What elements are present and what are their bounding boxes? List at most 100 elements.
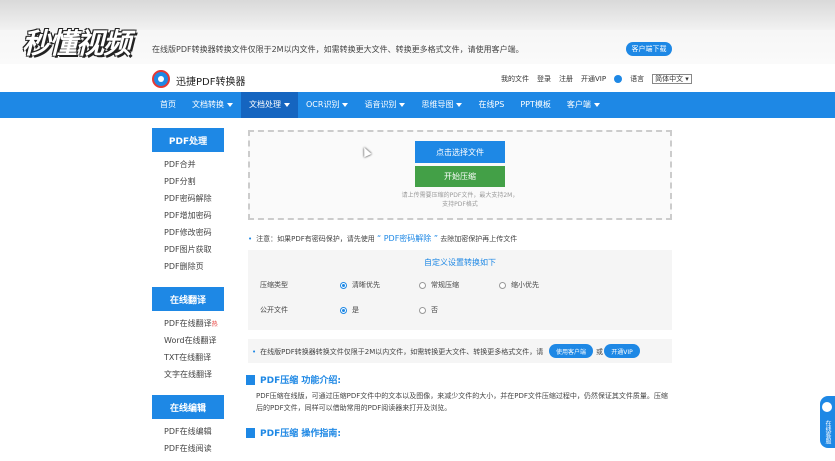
bullet-icon: • — [252, 348, 257, 356]
watermark-logo: 秒懂视频 — [22, 27, 131, 60]
sidebar-item[interactable]: PDF在线编辑 — [152, 423, 224, 440]
radio-public-yes[interactable]: 是 — [340, 305, 359, 315]
radio-normal-compress[interactable]: 常规压缩 — [419, 280, 459, 290]
client-download-button[interactable]: 客户端下载 — [626, 42, 672, 56]
upload-tip-line2: 支持PDF格式 — [442, 201, 478, 208]
sidebar-item[interactable]: PDF分割 — [152, 173, 224, 190]
radio-circle — [340, 306, 347, 314]
settings-title: 自定义设置转换如下 — [424, 258, 496, 267]
sidebar-section-title: 在线翻译 — [152, 287, 224, 311]
nav-item-label: PPT模板 — [520, 100, 551, 109]
chevron-down-icon — [593, 102, 600, 107]
chevron-down-icon — [456, 102, 463, 107]
sidebar-item-label: PDF在线编辑 — [164, 427, 212, 436]
nav-item-5[interactable]: 思维导图 — [413, 92, 470, 118]
sidebar-item-label: PDF在线翻译 — [164, 319, 212, 328]
document-icon — [246, 427, 255, 438]
sidebar-section-list: PDF在线翻译热 Word在线翻译 TXT在线翻译 文字在线翻译 — [152, 311, 224, 387]
nav-item-label: OCR识别 — [306, 100, 340, 109]
sidebar-item[interactable]: PDF在线阅读 — [152, 440, 224, 457]
nav-item-label: 思维导图 — [421, 100, 454, 109]
sidebar-item[interactable]: PDF密码解除 — [152, 190, 224, 207]
language-select[interactable]: 简体中文 ▾ — [652, 74, 692, 84]
public-file-label: 公开文件 — [260, 306, 288, 314]
radio-size-first[interactable]: 缩小优先 — [499, 280, 539, 290]
limit-note-text: • 在线版PDF转换器转换文件仅限于2M以内文件，如需转换更大文件、转换更多格式文… — [252, 347, 543, 357]
online-service-label: 在线客服 — [824, 420, 831, 444]
sidebar-item[interactable]: PDF删除页 — [152, 258, 224, 275]
sidebar-item-label: PDF修改密码 — [164, 228, 212, 237]
upload-tip-line1: 请上传需要压缩的PDF文件，最大支持2M， — [401, 192, 519, 199]
nav-item-1[interactable]: 文档转换 — [184, 92, 241, 118]
main-nav: 首页 文档转换 文档处理 OCR识别 语音识别 思维导图 在线PS PPT模板 客户端 — [0, 92, 835, 118]
nav-item-8[interactable]: 客户端 — [559, 92, 608, 118]
radio-circle — [419, 281, 426, 289]
intro-title-text: PDF压缩 功能介绍: — [260, 376, 341, 386]
sidebar-section-list: PDF合并 PDF分割 PDF密码解除 PDF增加密码 PDF修改密码 PDF图片获取 PD… — [152, 152, 224, 279]
password-note: • 注意：如果PDF有密码保护，请先使用 “ PDF密码解除 ” 去除加密保护再上… — [248, 233, 517, 244]
nav-item-label: 客户端 — [566, 100, 591, 109]
chevron-down-icon — [399, 102, 406, 107]
nav-item-0[interactable]: 首页 — [152, 92, 184, 118]
sidebar-item[interactable]: PDF修改密码 — [152, 224, 224, 241]
open-vip-button[interactable]: 开通VIP — [604, 344, 640, 358]
nav-item-6[interactable]: 在线PS — [470, 92, 512, 118]
password-note-suffix: 去除加密保护再上传文件 — [440, 235, 518, 243]
sidebar-section-title: PDF处理 — [152, 128, 224, 152]
sidebar-item-label: PDF增加密码 — [164, 211, 212, 220]
or-text: 或 — [596, 348, 603, 356]
sidebar-item-label: PDF删除页 — [164, 262, 204, 271]
sidebar-item-label: PDF密码解除 — [164, 194, 212, 203]
chevron-down-icon — [227, 102, 233, 107]
radio-public-no[interactable]: 否 — [419, 305, 438, 315]
sidebar-item[interactable]: PDF图片获取 — [152, 241, 224, 258]
radio-clarity-first[interactable]: 清晰优先 — [340, 280, 380, 290]
sidebar-item[interactable]: PDF在线翻译热 — [152, 315, 224, 332]
nav-items: 首页 文档转换 文档处理 OCR识别 语音识别 思维导图 在线PS PPT模板 客户端 — [152, 92, 608, 118]
radio-circle — [340, 281, 347, 289]
radio-circle — [499, 281, 506, 289]
sidebar-item[interactable]: TXT在线翻译 — [152, 349, 224, 366]
sidebar: PDF处理 PDF合并 PDF分割 PDF密码解除 PDF增加密码 PDF修改密码 PDF图… — [152, 128, 224, 461]
radio-label: 否 — [431, 306, 438, 314]
sidebar-item-label: 文字在线翻译 — [164, 370, 212, 379]
top-notice-text: 在线版PDF转换器转换文件仅限于2M以内文件，如需转换更大文件、转换更多格式文件… — [152, 45, 524, 54]
sidebar-item[interactable]: Word在线翻译 — [152, 332, 224, 349]
choose-file-button[interactable]: 点击选择文件 — [415, 141, 505, 163]
nav-item-2[interactable]: 文档处理 — [241, 92, 298, 118]
register-link[interactable]: 注册 — [559, 74, 573, 84]
header-links: 我的文件 登录 注册 开通VIP 语言 简体中文 ▾ — [501, 74, 692, 84]
open-vip-link[interactable]: 开通VIP — [581, 74, 606, 84]
nav-item-label: 文档处理 — [249, 100, 281, 109]
start-compress-button[interactable]: 开始压缩 — [415, 166, 505, 187]
nav-item-3[interactable]: OCR识别 — [298, 92, 356, 118]
site-header — [0, 64, 835, 92]
bullet-icon: • — [248, 235, 253, 243]
hot-badge: 热 — [211, 321, 218, 328]
nav-item-4[interactable]: 语音识别 — [356, 92, 413, 118]
my-files-link[interactable]: 我的文件 — [501, 74, 529, 84]
guide-title: PDF压缩 操作指南: — [246, 426, 341, 439]
sidebar-item[interactable]: PDF合并 — [152, 156, 224, 173]
chevron-down-icon — [342, 102, 349, 107]
sidebar-item[interactable]: 文字在线翻译 — [152, 366, 224, 383]
sidebar-section-list: PDF在线编辑 PDF在线阅读 — [152, 419, 224, 461]
intro-paragraph: PDF压缩在线版，可通过压缩PDF文件中的文本以及图像，来减少文件的大小，并在P… — [256, 390, 676, 414]
sidebar-item-label: PDF分割 — [164, 177, 196, 186]
language-select-value: 简体中文 — [655, 75, 684, 83]
sidebar-section-title: 在线编辑 — [152, 395, 224, 419]
language-label: 语言 — [630, 75, 645, 83]
upload-tip: 请上传需要压缩的PDF文件，最大支持2M， 支持PDF格式 — [390, 191, 530, 209]
sidebar-item[interactable]: PDF增加密码 — [152, 207, 224, 224]
logo-icon[interactable] — [152, 70, 170, 88]
radio-label: 常规压缩 — [431, 281, 459, 289]
nav-item-7[interactable]: PPT模板 — [512, 92, 559, 118]
radio-label: 是 — [352, 306, 359, 314]
pdf-unlock-link[interactable]: “ PDF密码解除 ” — [377, 234, 438, 243]
chat-icon — [822, 402, 832, 412]
use-client-button[interactable]: 使用客户端 — [549, 344, 593, 358]
login-link[interactable]: 登录 — [537, 74, 551, 84]
document-icon — [246, 374, 255, 385]
logo-text[interactable]: 迅捷PDF转换器 — [176, 73, 245, 88]
